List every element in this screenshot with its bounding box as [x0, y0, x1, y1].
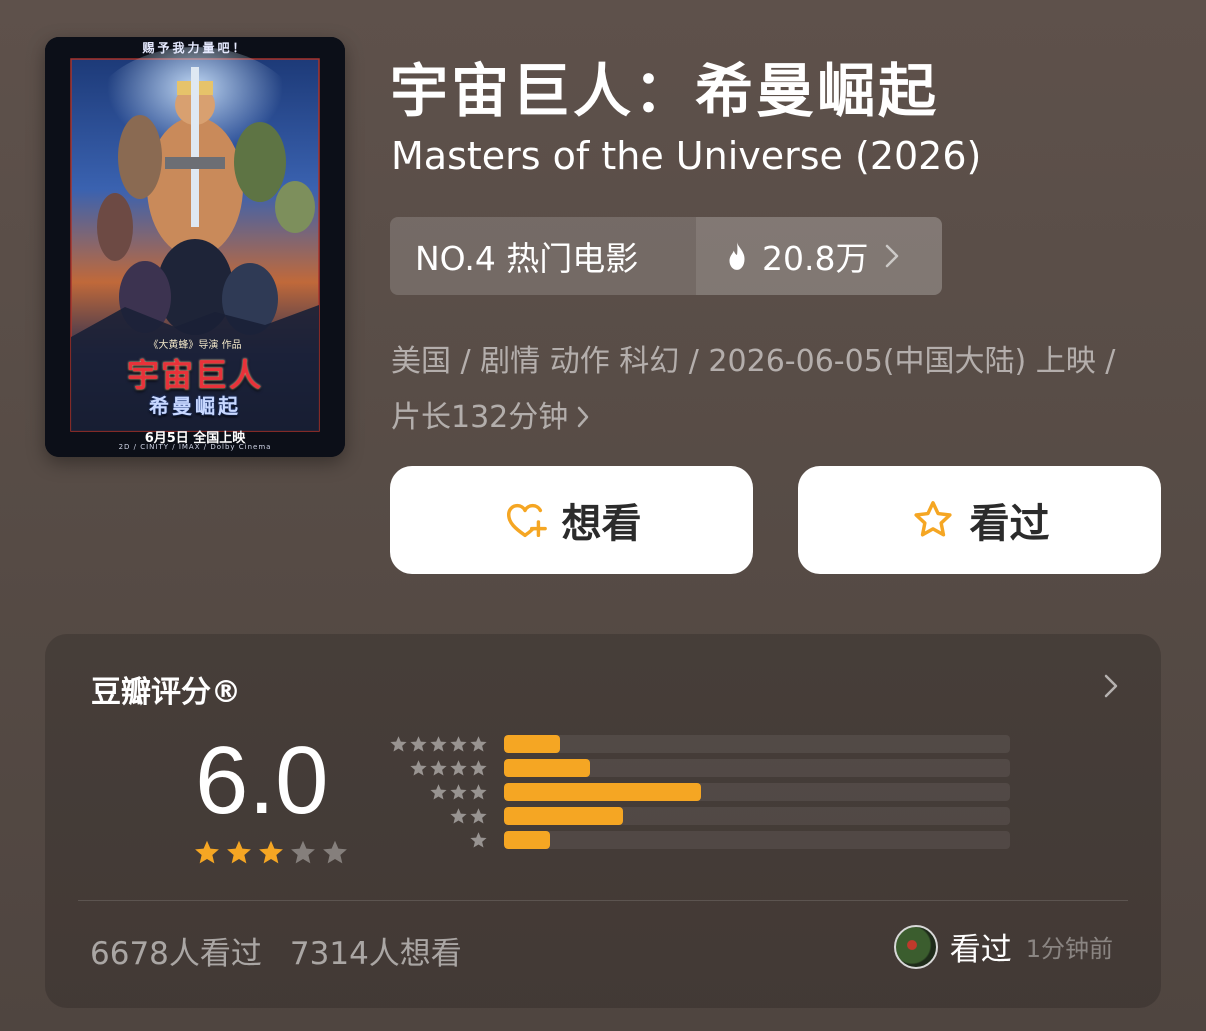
small-star-icon [470, 831, 487, 848]
chevron-right-icon [578, 406, 589, 428]
poster-formats: 2D / CINITY / IMAX / Dolby Cinema [118, 443, 272, 451]
small-star-icon [450, 807, 467, 824]
movie-title-cn: 宇宙巨人：希曼崛起 [390, 57, 940, 125]
activity-label: 看过 [949, 932, 1012, 968]
activity-time: 1分钟前 [1025, 935, 1113, 963]
distribution-bar-track [504, 735, 1010, 753]
poster-tagline: 赐予我力量吧！ [142, 41, 248, 55]
star-empty-icon [323, 840, 347, 864]
movie-poster[interactable]: 赐予我力量吧！ 《大黄蜂》导演 作品 宇宙巨人 希曼崛起 6月5日 全国上映 2… [45, 37, 345, 457]
small-star-icon [390, 735, 407, 752]
small-star-icon [430, 735, 447, 752]
distribution-row-4-star [383, 758, 1010, 778]
avatar[interactable] [893, 924, 938, 969]
distribution-bar-track [504, 783, 1010, 801]
distribution-bar-fill [504, 831, 550, 849]
want-to-watch-button[interactable]: 想看 [390, 466, 753, 574]
douban-rating-card[interactable]: 豆瓣评分® 6.0 6678人看过 7314人想看 看过 1分钟前 [45, 634, 1161, 1008]
want-label: 想看 [561, 501, 642, 547]
distribution-row-1-star [383, 830, 1010, 850]
distribution-bar-track [504, 759, 1010, 777]
small-star-icon [470, 759, 487, 776]
flame-icon [729, 242, 745, 270]
watched-button[interactable]: 看过 [798, 466, 1161, 574]
star-outline-icon [913, 501, 952, 537]
star-empty-icon [291, 840, 315, 864]
ranking-pill[interactable]: NO.4 热门电影 20.8万 [390, 217, 942, 295]
score-stars [193, 839, 349, 867]
small-star-icon [450, 759, 467, 776]
distribution-bar-track [504, 831, 1010, 849]
small-star-icon [430, 783, 447, 800]
small-star-icon [470, 807, 487, 824]
star-filled-icon [195, 840, 219, 864]
distribution-star-label [469, 831, 488, 850]
want-count: 7314人想看 [289, 936, 462, 972]
watched-count: 6678人看过 [90, 936, 262, 972]
small-star-icon [470, 783, 487, 800]
rating-score: 6.0 [195, 727, 329, 834]
distribution-star-label [449, 807, 488, 826]
rank-label[interactable]: NO.4 热门电影 [390, 217, 696, 295]
distribution-row-5-star [383, 734, 1010, 754]
small-star-icon [410, 735, 427, 752]
distribution-row-2-star [383, 806, 1010, 826]
distribution-bar-fill [504, 783, 702, 801]
distribution-row-3-star [383, 782, 1010, 802]
distribution-bar-track [504, 807, 1010, 825]
watch-counts: 6678人看过 7314人想看 [90, 928, 462, 973]
distribution-bar-fill [504, 807, 623, 825]
star-filled-icon [227, 840, 251, 864]
distribution-star-label [409, 759, 488, 778]
card-divider [78, 900, 1128, 901]
chevron-right-icon[interactable] [1103, 672, 1119, 700]
distribution-star-label [429, 783, 488, 802]
small-star-icon [450, 783, 467, 800]
rating-title: 豆瓣评分® [91, 675, 241, 710]
small-star-icon [450, 735, 467, 752]
small-star-icon [430, 759, 447, 776]
heat-button[interactable]: 20.8万 [696, 217, 942, 295]
friend-activity[interactable]: 看过 1分钟前 [893, 924, 1113, 969]
small-star-icon [470, 735, 487, 752]
poster-subtitle: 希曼崛起 [149, 394, 241, 418]
distribution-star-label [389, 735, 488, 754]
chevron-right-icon [886, 244, 899, 268]
poster-director-line: 《大黄蜂》导演 作品 [148, 340, 242, 351]
distribution-bar-fill [504, 735, 560, 753]
movie-meta-info[interactable]: 美国 / 剧情 动作 科幻 / 2026-06-05(中国大陆) 上映 / 片长… [391, 334, 1131, 446]
distribution-bar-fill [504, 759, 591, 777]
small-star-icon [410, 759, 427, 776]
movie-title-en: Masters of the Universe (2026) [391, 134, 982, 178]
heart-plus-icon [506, 503, 547, 538]
seen-label: 看过 [969, 501, 1050, 547]
star-filled-icon [259, 840, 283, 864]
heat-value: 20.8万 [762, 239, 869, 278]
meta-text: 美国 / 剧情 动作 科幻 / 2026-06-05(中国大陆) 上映 / 片长… [391, 344, 1116, 435]
